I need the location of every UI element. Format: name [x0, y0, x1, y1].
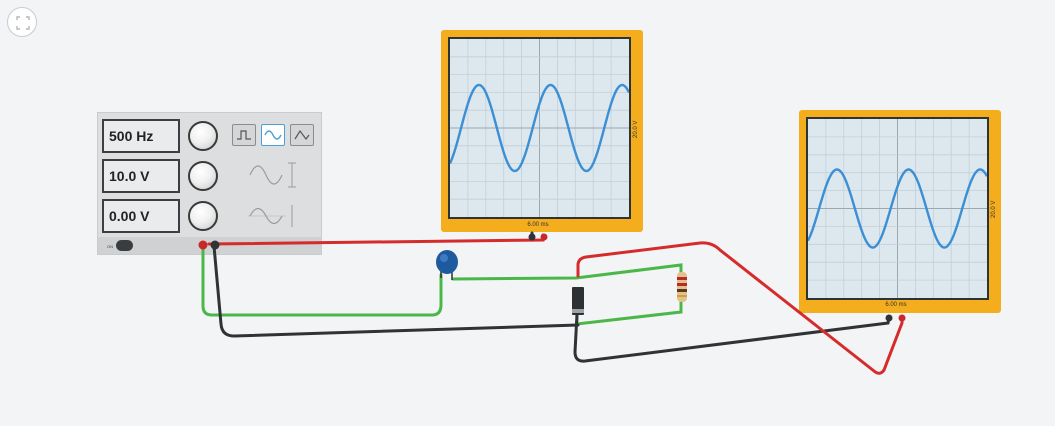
red-wire-scope1 — [207, 233, 545, 246]
wiring-layer — [198, 231, 906, 375]
oscilloscope-1-positive-probe[interactable] — [540, 233, 548, 241]
green-wire-top — [451, 263, 683, 281]
red-wire-scope2 — [576, 241, 904, 375]
oscilloscope-1-negative-probe[interactable] — [528, 233, 536, 241]
black-wire-generator — [212, 244, 580, 338]
generator-negative-terminal[interactable] — [210, 240, 220, 250]
oscilloscope-2-positive-probe[interactable] — [898, 314, 906, 322]
green-wire-generator — [201, 244, 443, 317]
generator-positive-terminal[interactable] — [198, 240, 208, 250]
circuit-canvas[interactable]: 500 Hz 10.0 V 0.00 V ON 6.00 ms 20.0 V 6… — [0, 0, 1055, 426]
capacitor[interactable] — [436, 250, 458, 280]
green-wire-bottom — [575, 298, 683, 326]
resistor[interactable] — [677, 272, 687, 302]
black-wire-scope2 — [573, 312, 891, 363]
diode[interactable] — [572, 287, 584, 315]
oscilloscope-2-negative-probe[interactable] — [885, 314, 893, 322]
